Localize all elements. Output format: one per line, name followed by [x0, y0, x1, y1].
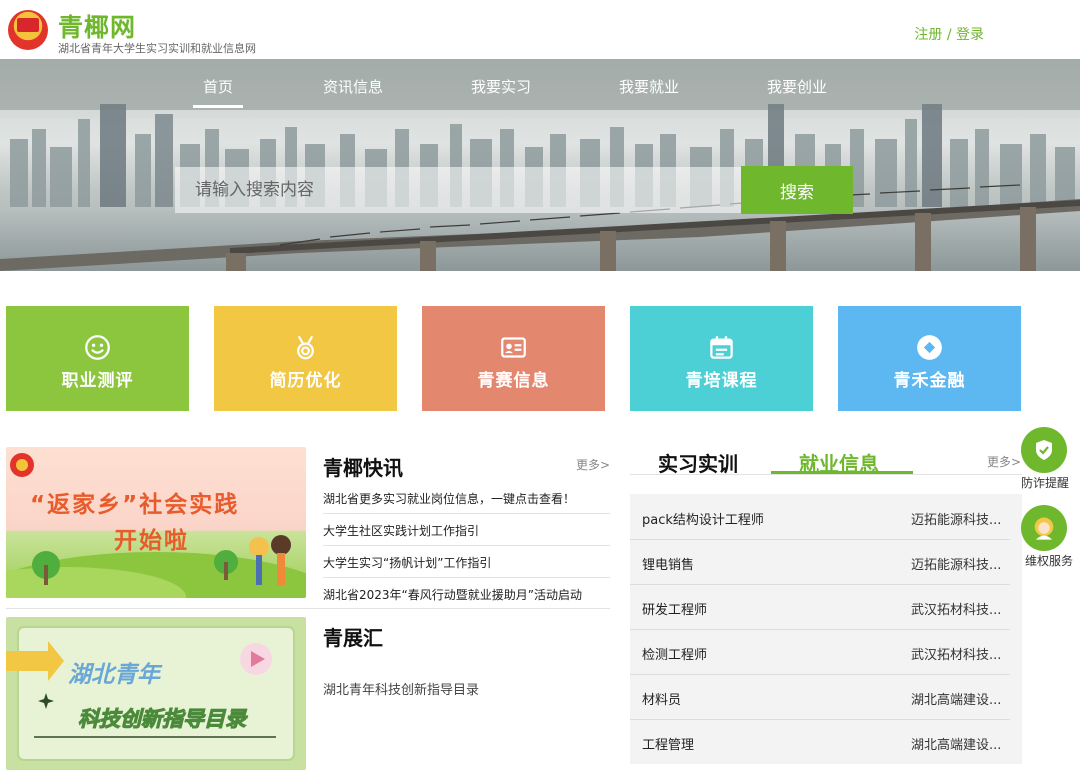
shield-check-icon	[1036, 440, 1052, 460]
job-row[interactable]: 检测工程师 武汉拓材科技...	[630, 630, 1010, 675]
nav-news[interactable]: 资讯信息	[323, 76, 383, 97]
news-item[interactable]: 湖北省更多实习就业岗位信息，一键点击查看！	[323, 490, 610, 507]
medal-icon	[297, 335, 314, 360]
return-home-practice-banner[interactable]: “返家乡”社会实践 开始啦	[6, 447, 306, 598]
diamond-icon	[917, 335, 942, 360]
job-company: 武汉拓材科技...	[911, 648, 1002, 663]
tile-training-courses[interactable]: 青培课程	[630, 306, 813, 411]
tile-label: 职业测评	[61, 371, 134, 391]
job-company: 武汉拓材科技...	[911, 603, 1002, 618]
nav-employment[interactable]: 我要就业	[619, 76, 679, 97]
job-title: 工程管理	[642, 738, 695, 753]
register-link[interactable]: 注册	[914, 27, 942, 43]
job-title: 研发工程师	[642, 603, 708, 618]
tile-competition-info[interactable]: 青赛信息	[422, 306, 605, 411]
news-item[interactable]: 大学生社区实践计划工作指引	[323, 522, 610, 539]
job-company: 迈拓能源科技...	[911, 558, 1002, 573]
tile-resume-optimize[interactable]: 简历优化	[214, 306, 397, 411]
exhibit-section-title: 青展汇	[323, 626, 383, 650]
calendar-icon	[710, 336, 733, 359]
tile-label: 简历优化	[269, 371, 342, 391]
tab-internship-training[interactable]: 实习实训	[658, 448, 738, 477]
job-row[interactable]: 锂电销售 迈拓能源科技...	[630, 540, 1010, 585]
job-company: 湖北高端建设...	[911, 738, 1002, 753]
login-link[interactable]: 登录	[956, 27, 984, 43]
news-divider	[323, 513, 610, 514]
tech-innovation-banner[interactable]: 湖北青年 科技创新指导目录	[6, 617, 306, 770]
search-button[interactable]: 搜索	[741, 166, 853, 214]
job-row[interactable]: 材料员 湖北高端建设...	[630, 675, 1010, 720]
tech-illustration	[6, 626, 295, 761]
tile-label: 青禾金融	[893, 371, 966, 391]
tile-finance[interactable]: 青禾金融	[838, 306, 1021, 411]
tech-banner-title: 湖北青年	[68, 662, 160, 688]
site-name[interactable]: 青椰网	[58, 8, 136, 44]
job-company: 迈拓能源科技...	[911, 513, 1002, 528]
news-item[interactable]: 大学生实习“扬帆计划”工作指引	[323, 554, 610, 571]
news-section-title: 青椰快讯	[323, 456, 403, 480]
auth-separator: /	[942, 27, 956, 43]
news-item[interactable]: 湖北省2023年“春风行动暨就业援助月”活动启动	[323, 586, 610, 603]
job-title: 检测工程师	[642, 648, 708, 663]
job-company: 湖北高端建设...	[911, 693, 1002, 708]
id-card-icon	[501, 337, 526, 358]
banner-subheadline: 开始啦	[114, 528, 189, 554]
job-title: 材料员	[642, 693, 682, 708]
main-nav: 首页 资讯信息 我要实习 我要就业 我要创业	[0, 59, 1080, 110]
exhibit-item[interactable]: 湖北青年科技创新指导目录	[323, 679, 610, 698]
nav-internship[interactable]: 我要实习	[471, 76, 531, 97]
job-title: pack结构设计工程师	[642, 513, 764, 528]
tile-label: 青培课程	[685, 371, 758, 391]
auth-links: 注册 / 登录	[914, 24, 984, 44]
hero-banner: 首页 资讯信息 我要实习 我要就业 我要创业 搜索	[0, 59, 1080, 271]
search-input[interactable]	[175, 167, 741, 213]
nav-active-indicator	[193, 105, 243, 108]
job-row[interactable]: pack结构设计工程师 迈拓能源科技...	[630, 495, 1010, 540]
fraud-alert-button[interactable]	[1021, 427, 1067, 473]
rights-service-label: 维权服务	[1025, 554, 1074, 568]
tech-banner-subtitle: 科技创新指导目录	[78, 707, 247, 732]
job-row[interactable]: 研发工程师 武汉拓材科技...	[630, 585, 1010, 630]
news-divider	[323, 545, 610, 546]
news-more-link[interactable]: 更多>	[576, 456, 610, 473]
site-header: 青椰网 湖北省青年大学生实习实训和就业信息网 注册 / 登录	[0, 0, 1080, 59]
site-subtitle: 湖北省青年大学生实习实训和就业信息网	[58, 42, 256, 55]
tile-career-assessment[interactable]: 职业测评	[6, 306, 189, 411]
youth-league-emblem-icon[interactable]	[8, 10, 48, 50]
nav-startup[interactable]: 我要创业	[767, 76, 827, 97]
tabs-divider	[630, 474, 1022, 475]
jobs-more-link[interactable]: 更多>	[987, 453, 1021, 470]
job-row[interactable]: 工程管理 湖北高端建设...	[630, 720, 1010, 765]
banner-headline: “返家乡”社会实践	[30, 492, 240, 518]
news-divider	[323, 577, 610, 578]
section-divider	[6, 608, 610, 609]
tile-label: 青赛信息	[477, 371, 550, 391]
smile-icon	[85, 335, 110, 360]
job-title: 锂电销售	[642, 558, 695, 573]
nav-home[interactable]: 首页	[203, 76, 233, 97]
service-agent-icon	[1034, 517, 1054, 540]
fraud-alert-label: 防诈提醒	[1021, 476, 1070, 490]
rights-service-button[interactable]	[1021, 505, 1067, 551]
